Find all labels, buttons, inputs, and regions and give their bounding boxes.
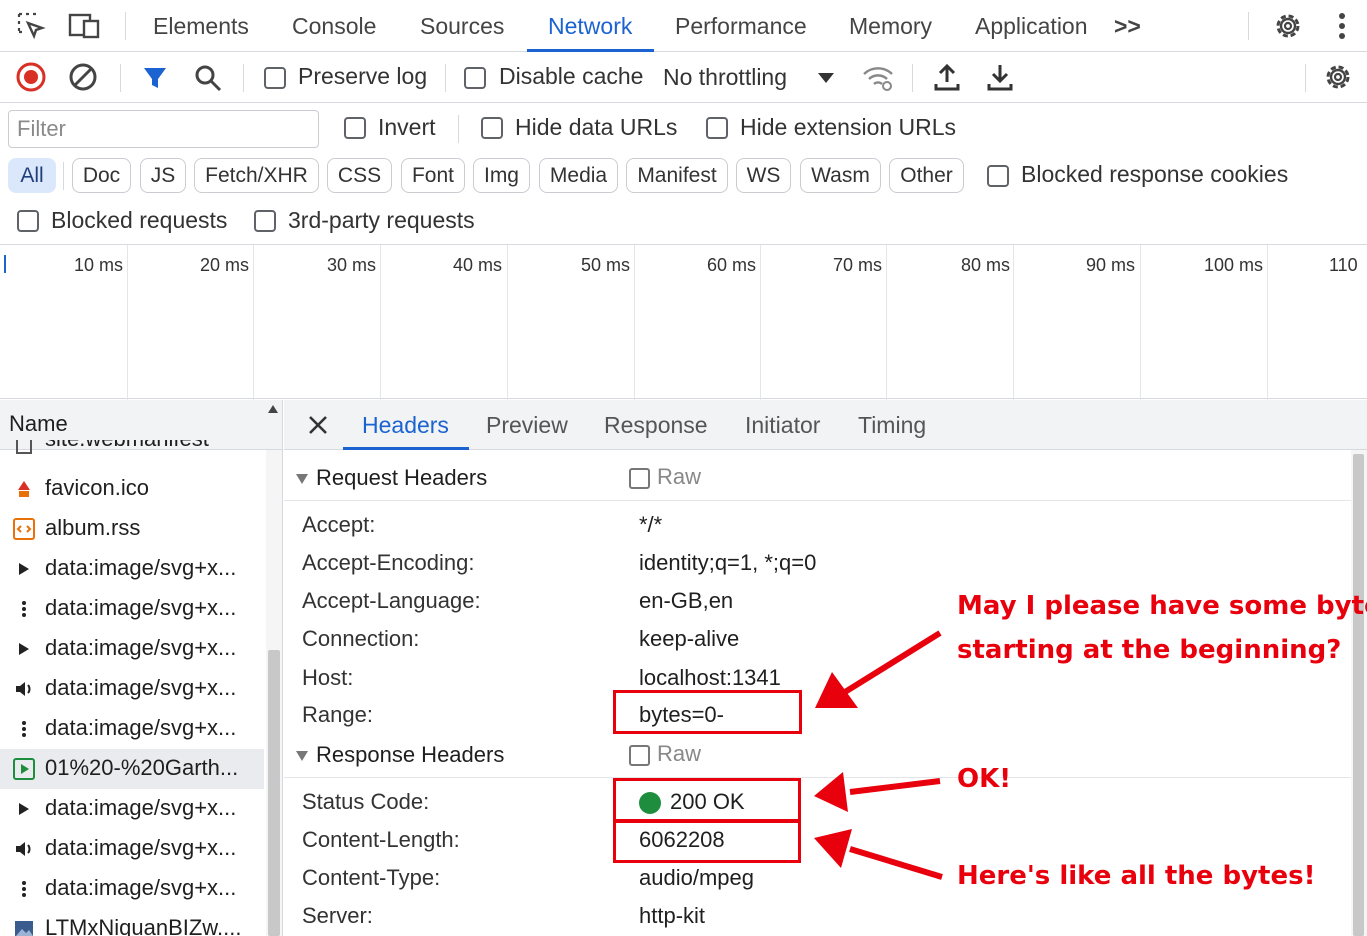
annotation-arrow-2 bbox=[849, 778, 941, 795]
annotation-arrow-1 bbox=[843, 630, 942, 695]
annotation-note-request-line2: starting at the beginning? bbox=[957, 635, 1342, 665]
annotation-note-request: May I please have some bytes, bbox=[957, 591, 1367, 621]
annotation-arrowhead-2 bbox=[814, 772, 848, 812]
annotation-note-ok: OK! bbox=[957, 764, 1012, 794]
annotation-arrow-3 bbox=[849, 846, 943, 880]
annotation-arrows bbox=[814, 630, 943, 880]
annotation-arrowhead-3 bbox=[814, 829, 852, 868]
annotation-note-bytes: Here's like all the bytes! bbox=[957, 861, 1316, 891]
